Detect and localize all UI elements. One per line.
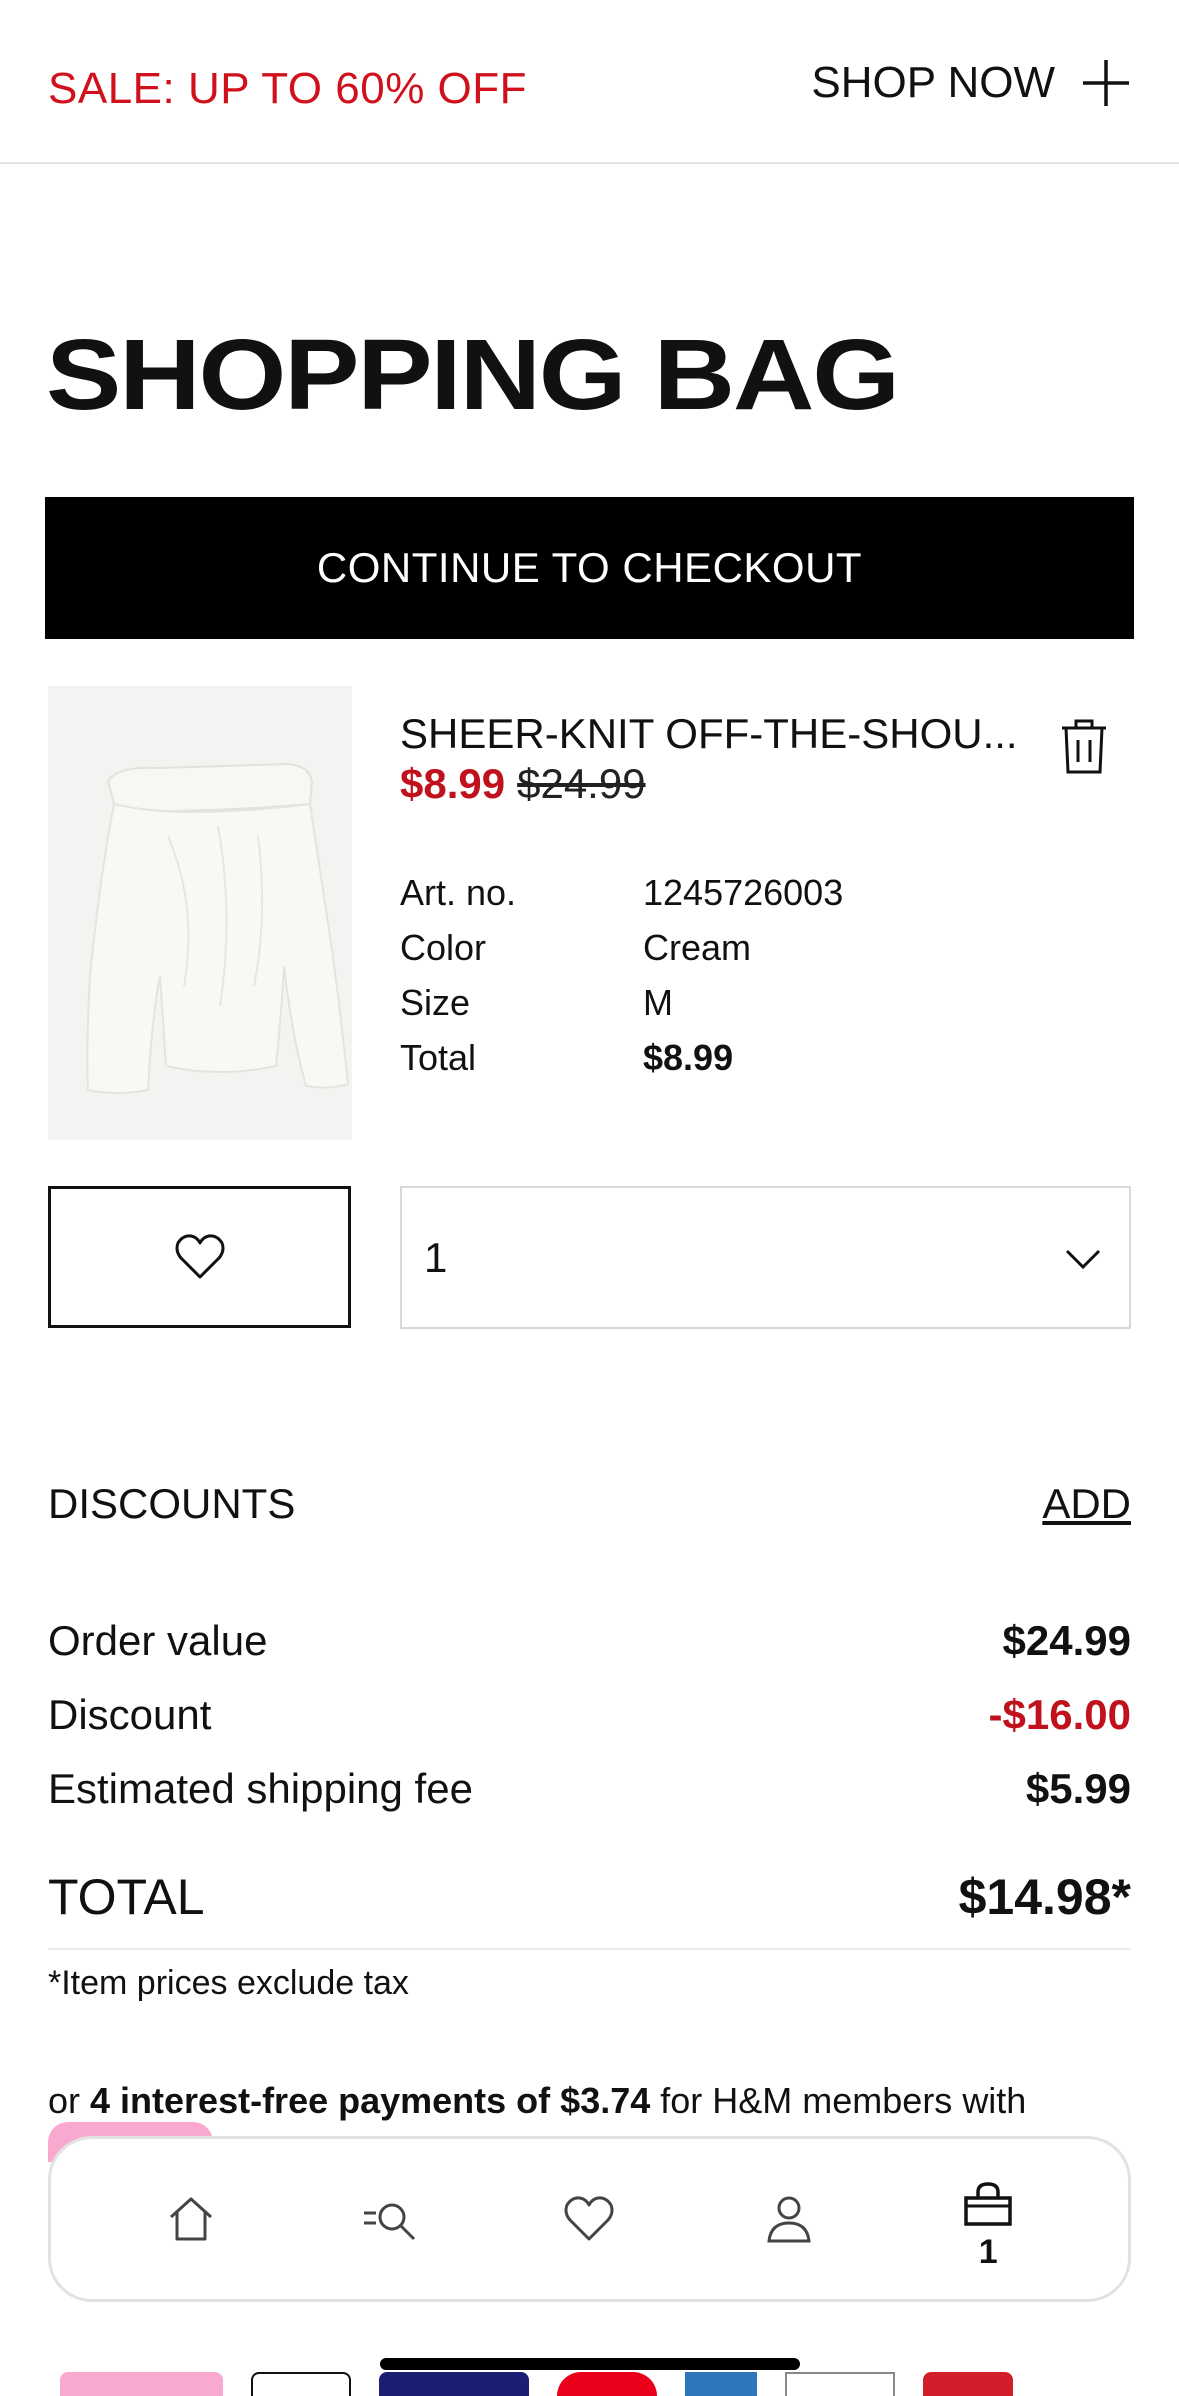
quantity-value: 1 — [424, 1233, 448, 1281]
tab-search[interactable] — [342, 2171, 438, 2267]
tab-bag[interactable]: 1 — [940, 2171, 1036, 2271]
promo-banner[interactable]: SALE: UP TO 60% OFF SHOP NOW — [0, 0, 1179, 164]
amex-logo — [685, 2372, 757, 2396]
person-icon — [767, 2196, 811, 2243]
bottom-tab-bar: 1 — [48, 2136, 1131, 2302]
quantity-select[interactable]: 1 — [400, 1186, 1131, 1329]
detail-value: $8.99 — [643, 1037, 734, 1078]
tab-favorites[interactable] — [541, 2171, 637, 2267]
price-current: $8.99 — [400, 760, 506, 807]
klarna-logo — [60, 2372, 223, 2396]
detail-label: Total — [400, 1037, 477, 1078]
payment-methods — [60, 2372, 1060, 2396]
product-name[interactable]: SHEER-KNIT OFF-THE-SHOU... — [400, 710, 1040, 758]
bag-icon — [964, 2182, 1012, 2226]
installments-text: or 4 interest-free payments of $3.74 for… — [48, 2080, 1026, 2122]
discover-logo — [785, 2372, 895, 2396]
unionpay-logo — [923, 2372, 1013, 2396]
detail-row-art-no: Art. no. 1245726003 — [400, 865, 843, 920]
detail-label: Art. no. — [400, 872, 517, 913]
detail-value: Cream — [643, 927, 752, 968]
plus-icon — [1083, 60, 1129, 106]
shipping-value: $5.99 — [1025, 1765, 1131, 1812]
detail-value: M — [643, 982, 673, 1023]
order-value-row: Order value $24.99 — [48, 1604, 1131, 1678]
installments-amount: $3.74 — [550, 2080, 651, 2121]
product-image-graphic — [48, 686, 352, 1140]
discount-value: -$16.00 — [988, 1691, 1131, 1738]
total-label: TOTAL — [48, 1869, 205, 1925]
tab-home[interactable] — [143, 2171, 239, 2267]
discounts-row: DISCOUNTS ADD — [48, 1480, 1131, 1528]
installments-prefix: or — [48, 2080, 91, 2121]
search-icon — [364, 2203, 416, 2241]
discount-row: Discount -$16.00 — [48, 1678, 1131, 1752]
product-image[interactable] — [48, 686, 352, 1140]
discounts-label: DISCOUNTS — [48, 1480, 296, 1527]
chevron-down-icon — [1065, 1249, 1101, 1269]
item-details: Art. no. 1245726003 Color Cream Size M T… — [400, 865, 843, 1085]
order-value: $24.99 — [1002, 1617, 1131, 1664]
visa-logo — [379, 2372, 529, 2396]
tab-account[interactable] — [741, 2171, 837, 2267]
shipping-label: Estimated shipping fee — [48, 1765, 473, 1812]
mastercard-logo — [557, 2372, 657, 2396]
detail-row-total: Total $8.99 — [400, 1030, 843, 1085]
installments-bold: 4 interest-free payments of — [90, 2080, 551, 2121]
sale-text: SALE: UP TO 60% OFF — [48, 64, 528, 113]
detail-label: Size — [400, 982, 471, 1023]
shipping-row: Estimated shipping fee $5.99 — [48, 1752, 1131, 1826]
discount-label: Discount — [48, 1691, 212, 1738]
installments-suffix: for H&M members with — [650, 2080, 1027, 2121]
page-title: SHOPPING BAG — [46, 319, 900, 431]
detail-row-color: Color Cream — [400, 920, 843, 975]
bag-count-badge: 1 — [978, 2233, 998, 2271]
detail-label: Color — [400, 927, 487, 968]
tax-note: *Item prices exclude tax — [48, 1964, 409, 2002]
add-to-favorites-button[interactable] — [48, 1186, 351, 1328]
detail-row-size: Size M — [400, 975, 843, 1030]
order-value-label: Order value — [48, 1617, 268, 1664]
heart-icon — [564, 2196, 614, 2241]
trash-icon[interactable] — [1056, 716, 1112, 776]
total-value: $14.98* — [958, 1869, 1131, 1925]
order-summary: Order value $24.99 Discount -$16.00 Esti… — [48, 1604, 1131, 1826]
price-row: $8.99 $24.99 — [400, 760, 646, 808]
shop-now-label: SHOP NOW — [811, 58, 1055, 107]
price-original: $24.99 — [517, 760, 646, 807]
total-row: TOTAL $14.98* — [48, 1868, 1131, 1950]
shop-now-button[interactable]: SHOP NOW — [811, 58, 1131, 108]
add-discount-link[interactable]: ADD — [1042, 1480, 1131, 1528]
apple-pay-logo — [251, 2372, 351, 2396]
checkout-button[interactable]: CONTINUE TO CHECKOUT — [45, 497, 1134, 639]
home-icon — [169, 2197, 212, 2241]
heart-icon — [175, 1234, 224, 1279]
home-indicator — [380, 2358, 800, 2370]
detail-value: 1245726003 — [643, 872, 844, 913]
